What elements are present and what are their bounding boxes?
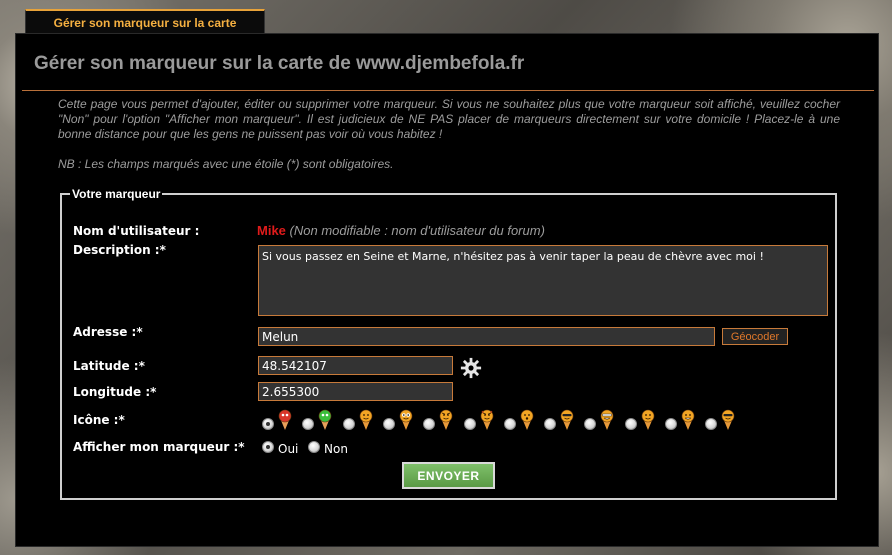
icon-radio-3[interactable] — [343, 418, 355, 430]
wink-marker-icon — [641, 409, 655, 430]
username-hint: (Non modifiable : nom d'utilisateur du f… — [289, 223, 545, 238]
icon-radio-4[interactable] — [383, 418, 395, 430]
title-divider — [22, 90, 874, 91]
address-label: Adresse :* — [73, 325, 143, 339]
longitude-label: Longitude :* — [73, 385, 157, 399]
icon-radio-1[interactable] — [262, 418, 274, 430]
smile-marker-icon — [359, 409, 373, 430]
surprised-marker-icon — [520, 409, 534, 430]
nerd-marker-icon — [600, 409, 614, 430]
icon-label: Icône :* — [73, 413, 125, 427]
show-no-radio[interactable] — [308, 441, 320, 453]
intro-text: Cette page vous permet d'ajouter, éditer… — [58, 97, 840, 141]
icon-radio-10[interactable] — [625, 418, 637, 430]
show-yes-label: Oui — [278, 442, 299, 456]
icon-radio-7[interactable] — [504, 418, 516, 430]
icon-radio-6[interactable] — [464, 418, 476, 430]
show-yes-radio[interactable] — [262, 441, 274, 453]
required-note: NB : Les champs marqués avec une étoile … — [58, 157, 394, 171]
show-no-label: Non — [324, 442, 348, 456]
geocode-button[interactable]: Géocoder — [722, 328, 788, 345]
show-marker-label: Afficher mon marqueur :* — [73, 440, 245, 454]
grin-marker-icon — [681, 409, 695, 430]
red-marker-icon — [278, 409, 292, 430]
page-title: Gérer son marqueur sur la carte de www.d… — [34, 53, 525, 74]
eyes-marker-icon — [399, 409, 413, 430]
longitude-input[interactable]: 2.655300 — [258, 382, 453, 401]
icon-radio-12[interactable] — [705, 418, 717, 430]
fieldset-legend: Votre marqueur — [72, 187, 161, 201]
address-input[interactable]: Melun — [258, 327, 715, 346]
main-panel: Gérer son marqueur sur la carte de www.d… — [15, 33, 879, 547]
description-label: Description :* — [73, 243, 166, 257]
username-name: Mike — [257, 223, 286, 238]
icon-radio-8[interactable] — [544, 418, 556, 430]
username-value: Mike (Non modifiable : nom d'utilisateur… — [257, 223, 545, 238]
angry-marker-icon — [439, 409, 453, 430]
gear-icon[interactable] — [460, 357, 482, 379]
icon-radio-2[interactable] — [302, 418, 314, 430]
icon-radio-9[interactable] — [584, 418, 596, 430]
latitude-label: Latitude :* — [73, 359, 145, 373]
latitude-input[interactable]: 48.542107 — [258, 356, 453, 375]
tab-manage-marker[interactable]: Gérer son marqueur sur la carte — [25, 9, 265, 34]
icon-radio-5[interactable] — [423, 418, 435, 430]
green-marker-icon — [318, 409, 332, 430]
cool-marker-icon — [721, 409, 735, 430]
description-textarea[interactable]: Si vous passez en Seine et Marne, n'hési… — [258, 245, 828, 316]
devil-marker-icon — [480, 409, 494, 430]
sunglasses-marker-icon — [560, 409, 574, 430]
submit-button[interactable]: ENVOYER — [402, 462, 495, 489]
icon-radio-11[interactable] — [665, 418, 677, 430]
username-label: Nom d'utilisateur : — [73, 224, 200, 238]
